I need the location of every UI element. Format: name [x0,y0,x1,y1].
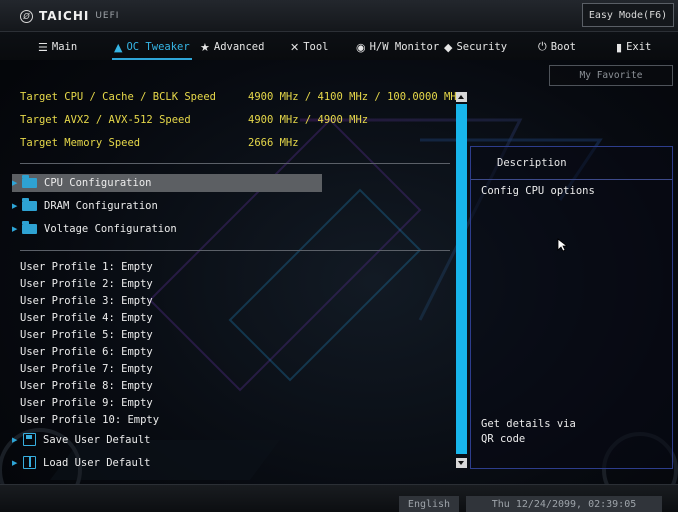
mouse-cursor-icon [557,238,567,252]
folder-icon [22,221,37,234]
brand-logo: Ø TAICHI UEFI [20,9,119,23]
list-icon: ☰ [38,40,48,54]
tab-exit[interactable]: ▮ Exit [616,39,651,55]
tab-label: H/W Monitor [369,41,440,53]
tab-boot[interactable]: ⏻ Boot [538,39,576,55]
monitor-icon: ◉ [356,40,366,54]
target-label: Target CPU / Cache / BCLK Speed [20,91,216,103]
load-user-default[interactable]: ▶ Load User Default [12,456,150,469]
tab-oc-tweaker[interactable]: ▲ OC Tweaker [112,39,192,60]
date-time-display: Thu 12/24/2099, 02:39:05 [466,496,662,512]
menu-label: Voltage Configuration [44,223,177,235]
divider [20,163,450,164]
user-profile-2[interactable]: User Profile 2: Empty [20,278,153,290]
power-icon: ⏻ [538,40,547,53]
tab-advanced[interactable]: ★ Advanced [200,39,264,55]
brand-sub: UEFI [95,11,120,21]
target-memory-row: Target Memory Speed 2666 MHz [20,137,299,149]
action-label: Load User Default [43,456,151,469]
tab-label: Main [51,41,78,53]
tab-label: OC Tweaker [126,41,190,53]
shield-icon: ◆ [444,40,453,54]
qr-details-text: Get details via QR code [481,418,576,445]
scrollbar-thumb[interactable] [456,104,467,454]
tab-label: Security [456,41,508,53]
target-value: 4900 MHz / 4900 MHz [248,114,369,126]
target-avx-row: Target AVX2 / AVX-512 Speed 4900 MHz / 4… [20,114,368,126]
brand-name: TAICHI [39,9,90,23]
tab-label: Tool [303,41,329,53]
rocket-icon: ▲ [114,40,123,54]
menu-cpu-configuration[interactable]: ▶ CPU Configuration [12,174,322,192]
user-profile-6[interactable]: User Profile 6: Empty [20,346,153,358]
tab-hw-monitor[interactable]: ◉ H/W Monitor [356,39,439,55]
my-favorite-button[interactable]: My Favorite [549,65,673,86]
top-bar: Ø TAICHI UEFI Easy Mode(F6) [0,0,678,32]
exit-icon: ▮ [616,40,623,54]
main-nav: ☰ Main ▲ OC Tweaker ★ Advanced ✕ Tool ◉ … [0,32,678,60]
user-profile-1[interactable]: User Profile 1: Empty [20,261,153,273]
tab-label: Boot [550,41,576,53]
folder-icon [22,198,37,211]
divider [20,250,450,251]
user-profile-8[interactable]: User Profile 8: Empty [20,380,153,392]
user-profile-10[interactable]: User Profile 10: Empty [20,414,159,426]
user-profile-3[interactable]: User Profile 3: Empty [20,295,153,307]
target-value: 2666 MHz [248,137,299,149]
user-profile-9[interactable]: User Profile 9: Empty [20,397,153,409]
description-title: Description [497,157,567,169]
scroll-down-button[interactable] [456,458,467,468]
tab-main[interactable]: ☰ Main [38,39,77,55]
arrow-icon: ▶ [12,179,18,187]
target-value: 4900 MHz / 4100 MHz / 100.0000 MHz [248,91,463,103]
divider [471,179,672,180]
tab-security[interactable]: ◆ Security [444,39,507,55]
arrow-icon: ▶ [12,202,18,210]
tab-label: Exit [626,41,652,53]
language-button[interactable]: English [399,496,459,512]
easy-mode-button[interactable]: Easy Mode(F6) [582,3,674,27]
save-user-default[interactable]: ▶ Save User Default [12,433,150,446]
action-label: Save User Default [43,433,151,446]
tab-label: Advanced [213,41,265,53]
target-label: Target AVX2 / AVX-512 Speed [20,114,191,126]
user-profile-5[interactable]: User Profile 5: Empty [20,329,153,341]
user-profile-7[interactable]: User Profile 7: Empty [20,363,153,375]
menu-label: DRAM Configuration [44,200,158,212]
menu-voltage-configuration[interactable]: ▶ Voltage Configuration [12,220,177,238]
arrow-icon: ▶ [12,225,18,233]
menu-label: CPU Configuration [44,177,152,189]
target-label: Target Memory Speed [20,137,141,149]
target-cpu-row: Target CPU / Cache / BCLK Speed 4900 MHz… [20,91,463,103]
folder-icon [22,175,37,188]
tab-tool[interactable]: ✕ Tool [290,39,329,55]
arrow-icon: ▶ [12,435,18,444]
menu-dram-configuration[interactable]: ▶ DRAM Configuration [12,197,158,215]
save-icon [23,433,36,446]
scroll-up-button[interactable] [456,92,467,102]
tool-icon: ✕ [290,40,300,54]
arrow-icon: ▶ [12,458,18,467]
description-text: Config CPU options [481,185,595,197]
logo-icon: Ø [20,9,33,23]
load-icon [23,456,36,469]
user-profile-4[interactable]: User Profile 4: Empty [20,312,153,324]
advanced-icon: ★ [200,40,210,54]
description-panel: Description Config CPU options Get detai… [470,146,673,469]
